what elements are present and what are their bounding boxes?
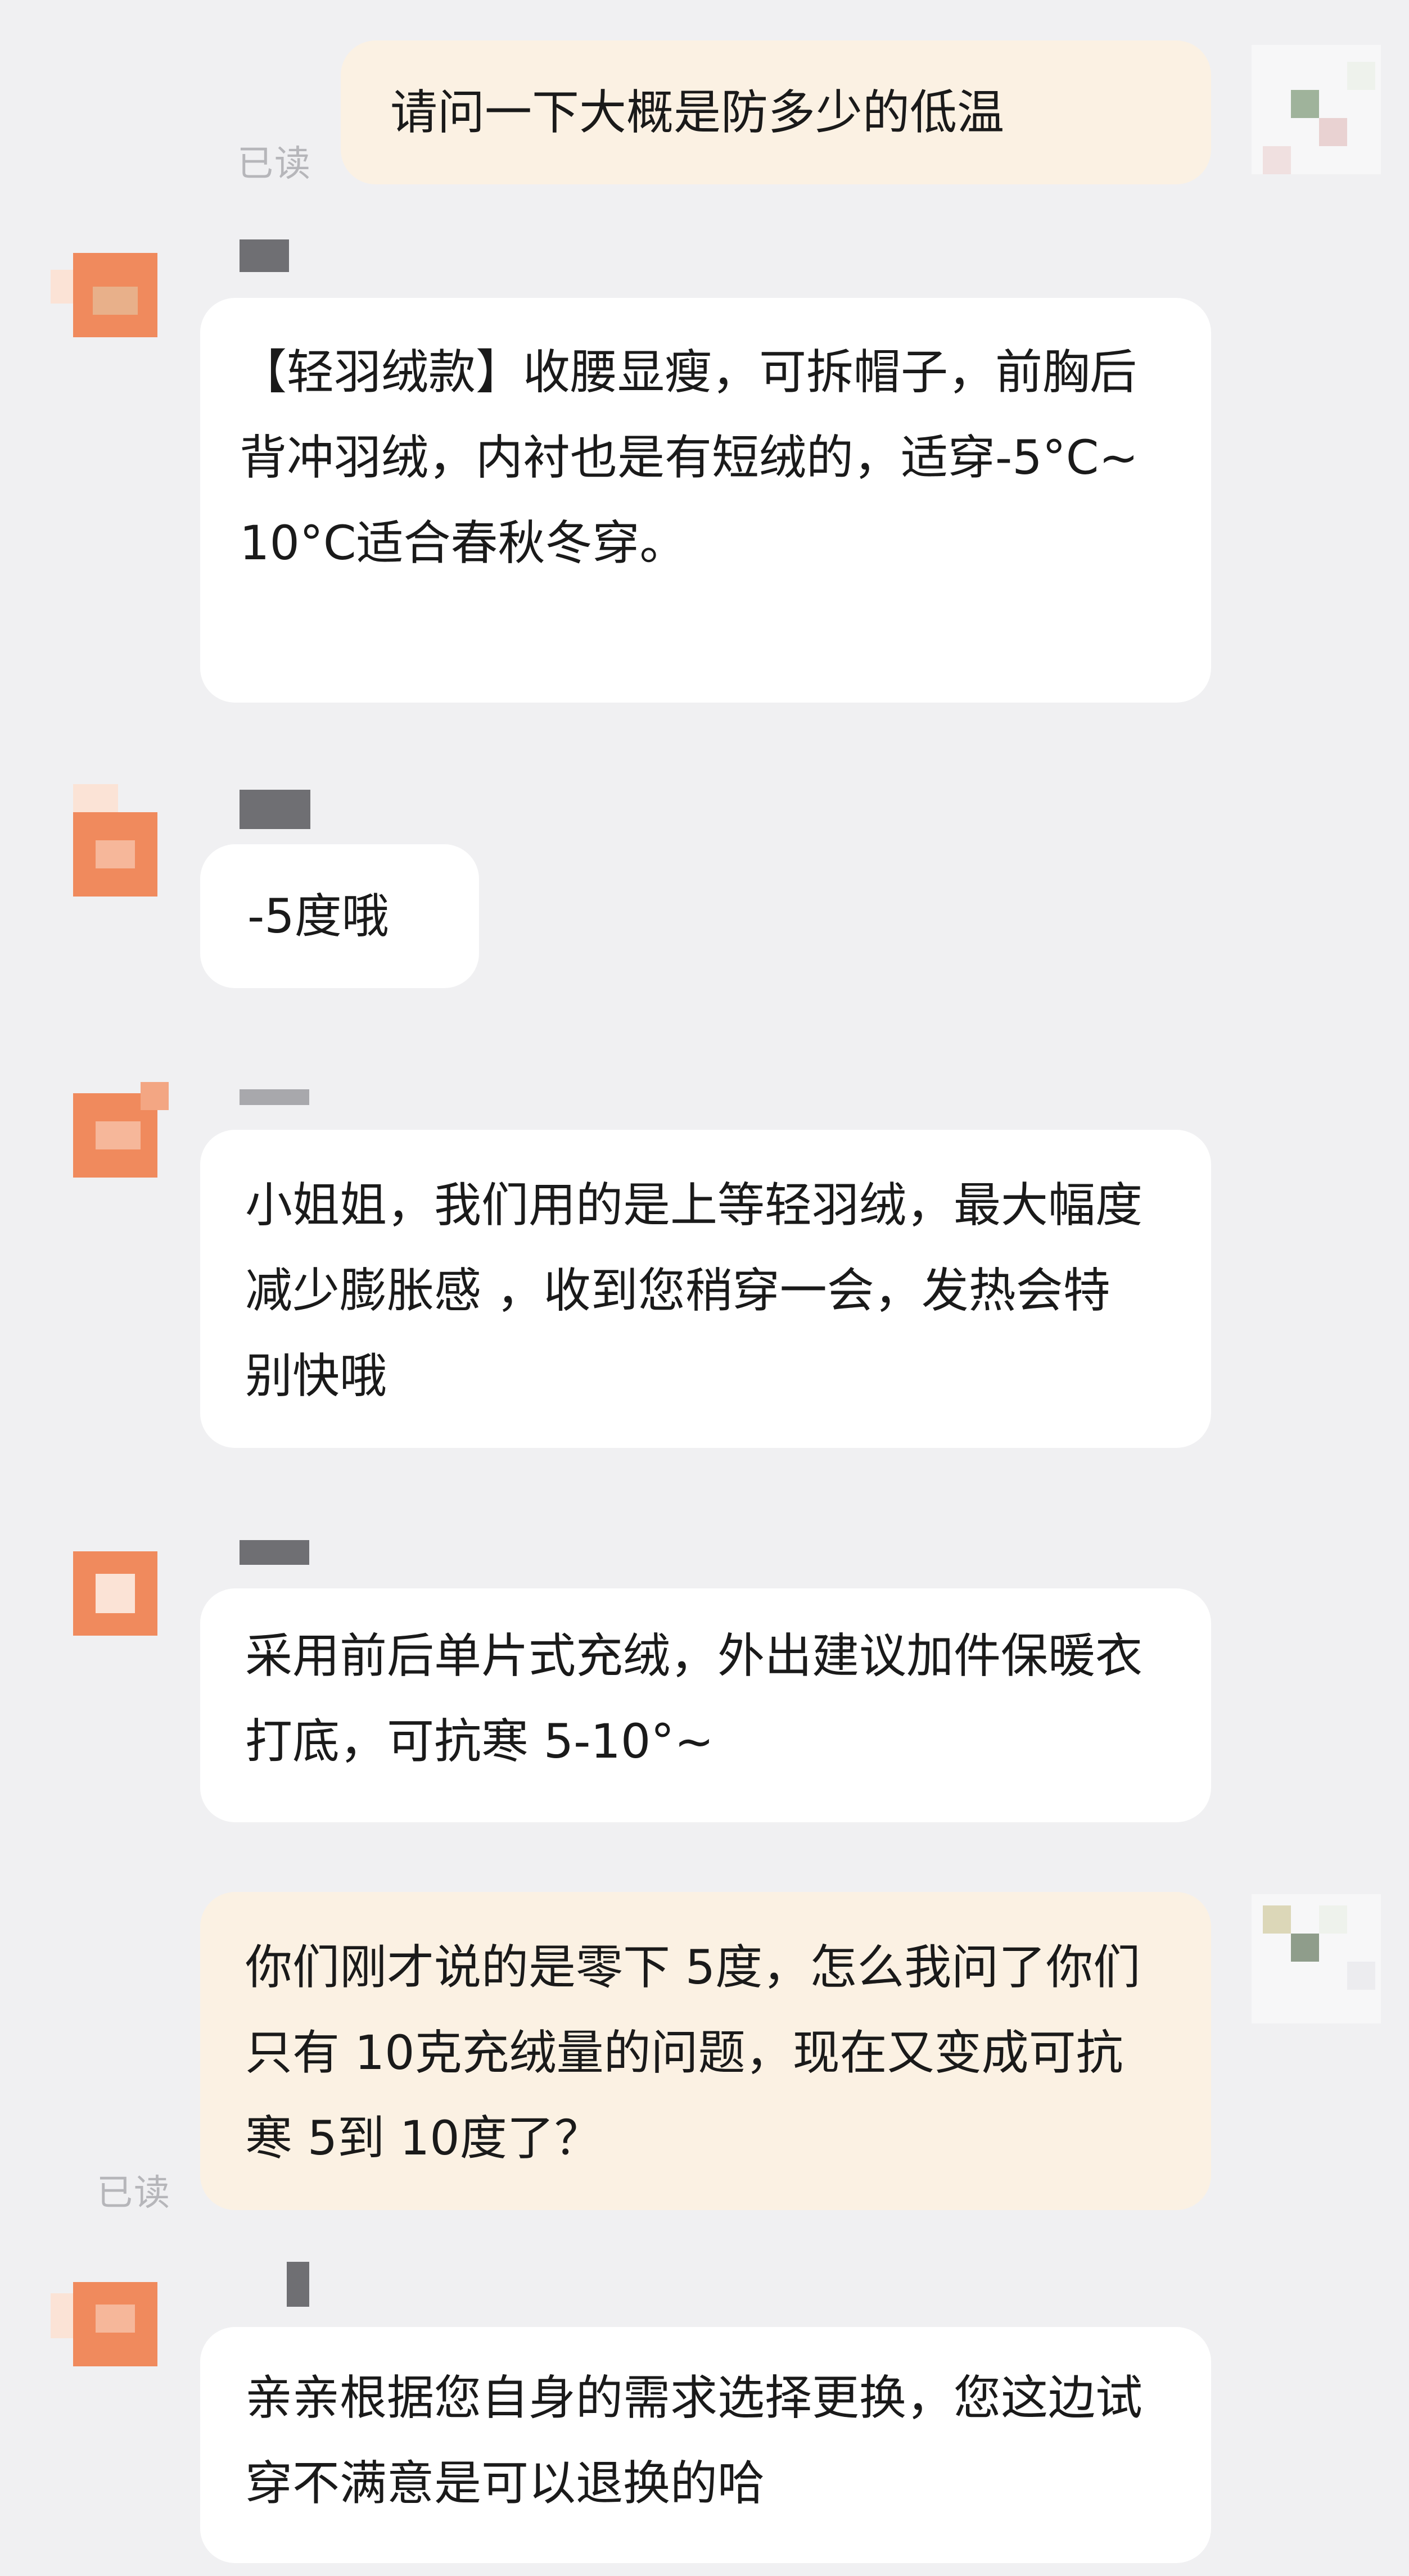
read-receipt: 已读 — [237, 143, 311, 185]
outgoing-message-bubble[interactable]: 请问一下大概是防多少的低温 — [341, 40, 1211, 184]
message-text: 你们刚才说的是零下 5度，怎么我问了你们只有 10克充绒量的问题，现在又变成可抗… — [245, 1940, 1141, 2166]
read-receipt: 已读 — [97, 2172, 171, 2214]
message-text: 采用前后单片式充绒，外出建议加件保暖衣打底，可抗寒 5-10°~ — [245, 1628, 1143, 1769]
seller-avatar-pixelated[interactable] — [51, 1071, 180, 1200]
message-text: 小姐姐，我们用的是上等轻羽绒，最大幅度减少膨胀感 ，收到您稍穿一会，发热会特别快… — [245, 1178, 1143, 1404]
seller-avatar-pixelated[interactable] — [51, 784, 180, 913]
sender-name-pixelated — [240, 790, 310, 829]
outgoing-message-bubble[interactable]: 你们刚才说的是零下 5度，怎么我问了你们只有 10克充绒量的问题，现在又变成可抗… — [200, 1892, 1211, 2210]
incoming-message-bubble[interactable]: 采用前后单片式充绒，外出建议加件保暖衣打底，可抗寒 5-10°~ — [200, 1588, 1211, 1822]
my-avatar-pixelated[interactable] — [1252, 45, 1381, 174]
sender-name-pixelated — [240, 239, 289, 272]
incoming-message-bubble[interactable]: -5度哦 — [200, 844, 479, 988]
seller-avatar-pixelated[interactable] — [51, 230, 180, 360]
message-text: 请问一下大概是防多少的低温 — [390, 85, 1005, 140]
incoming-message-bubble[interactable]: 【轻羽绒款】收腰显瘦，可拆帽子，前胸后背冲羽绒，内衬也是有短绒的，适穿-5°C~… — [200, 298, 1211, 703]
seller-avatar-pixelated[interactable] — [51, 1529, 180, 1658]
message-text: 【轻羽绒款】收腰显瘦，可拆帽子，前胸后背冲羽绒，内衬也是有短绒的，适穿-5°C~… — [240, 345, 1139, 571]
my-avatar-pixelated[interactable] — [1252, 1894, 1381, 2023]
incoming-message-bubble[interactable]: 小姐姐，我们用的是上等轻羽绒，最大幅度减少膨胀感 ，收到您稍穿一会，发热会特别快… — [200, 1130, 1211, 1448]
sender-name-pixelated — [240, 1089, 309, 1105]
chat-thread: 请问一下大概是防多少的低温 已读 【轻羽绒款】收腰显瘦，可拆帽子，前胸后背冲羽绒… — [0, 0, 1409, 2576]
incoming-message-bubble[interactable]: 亲亲根据您自身的需求选择更换，您这边试穿不满意是可以退换的哈 — [200, 2327, 1211, 2563]
seller-avatar-pixelated[interactable] — [51, 2260, 180, 2389]
message-text: 亲亲根据您自身的需求选择更换，您这边试穿不满意是可以退换的哈 — [245, 2370, 1143, 2511]
message-text: -5度哦 — [247, 889, 389, 944]
sender-name-pixelated — [287, 2262, 309, 2307]
sender-name-pixelated — [240, 1540, 309, 1565]
